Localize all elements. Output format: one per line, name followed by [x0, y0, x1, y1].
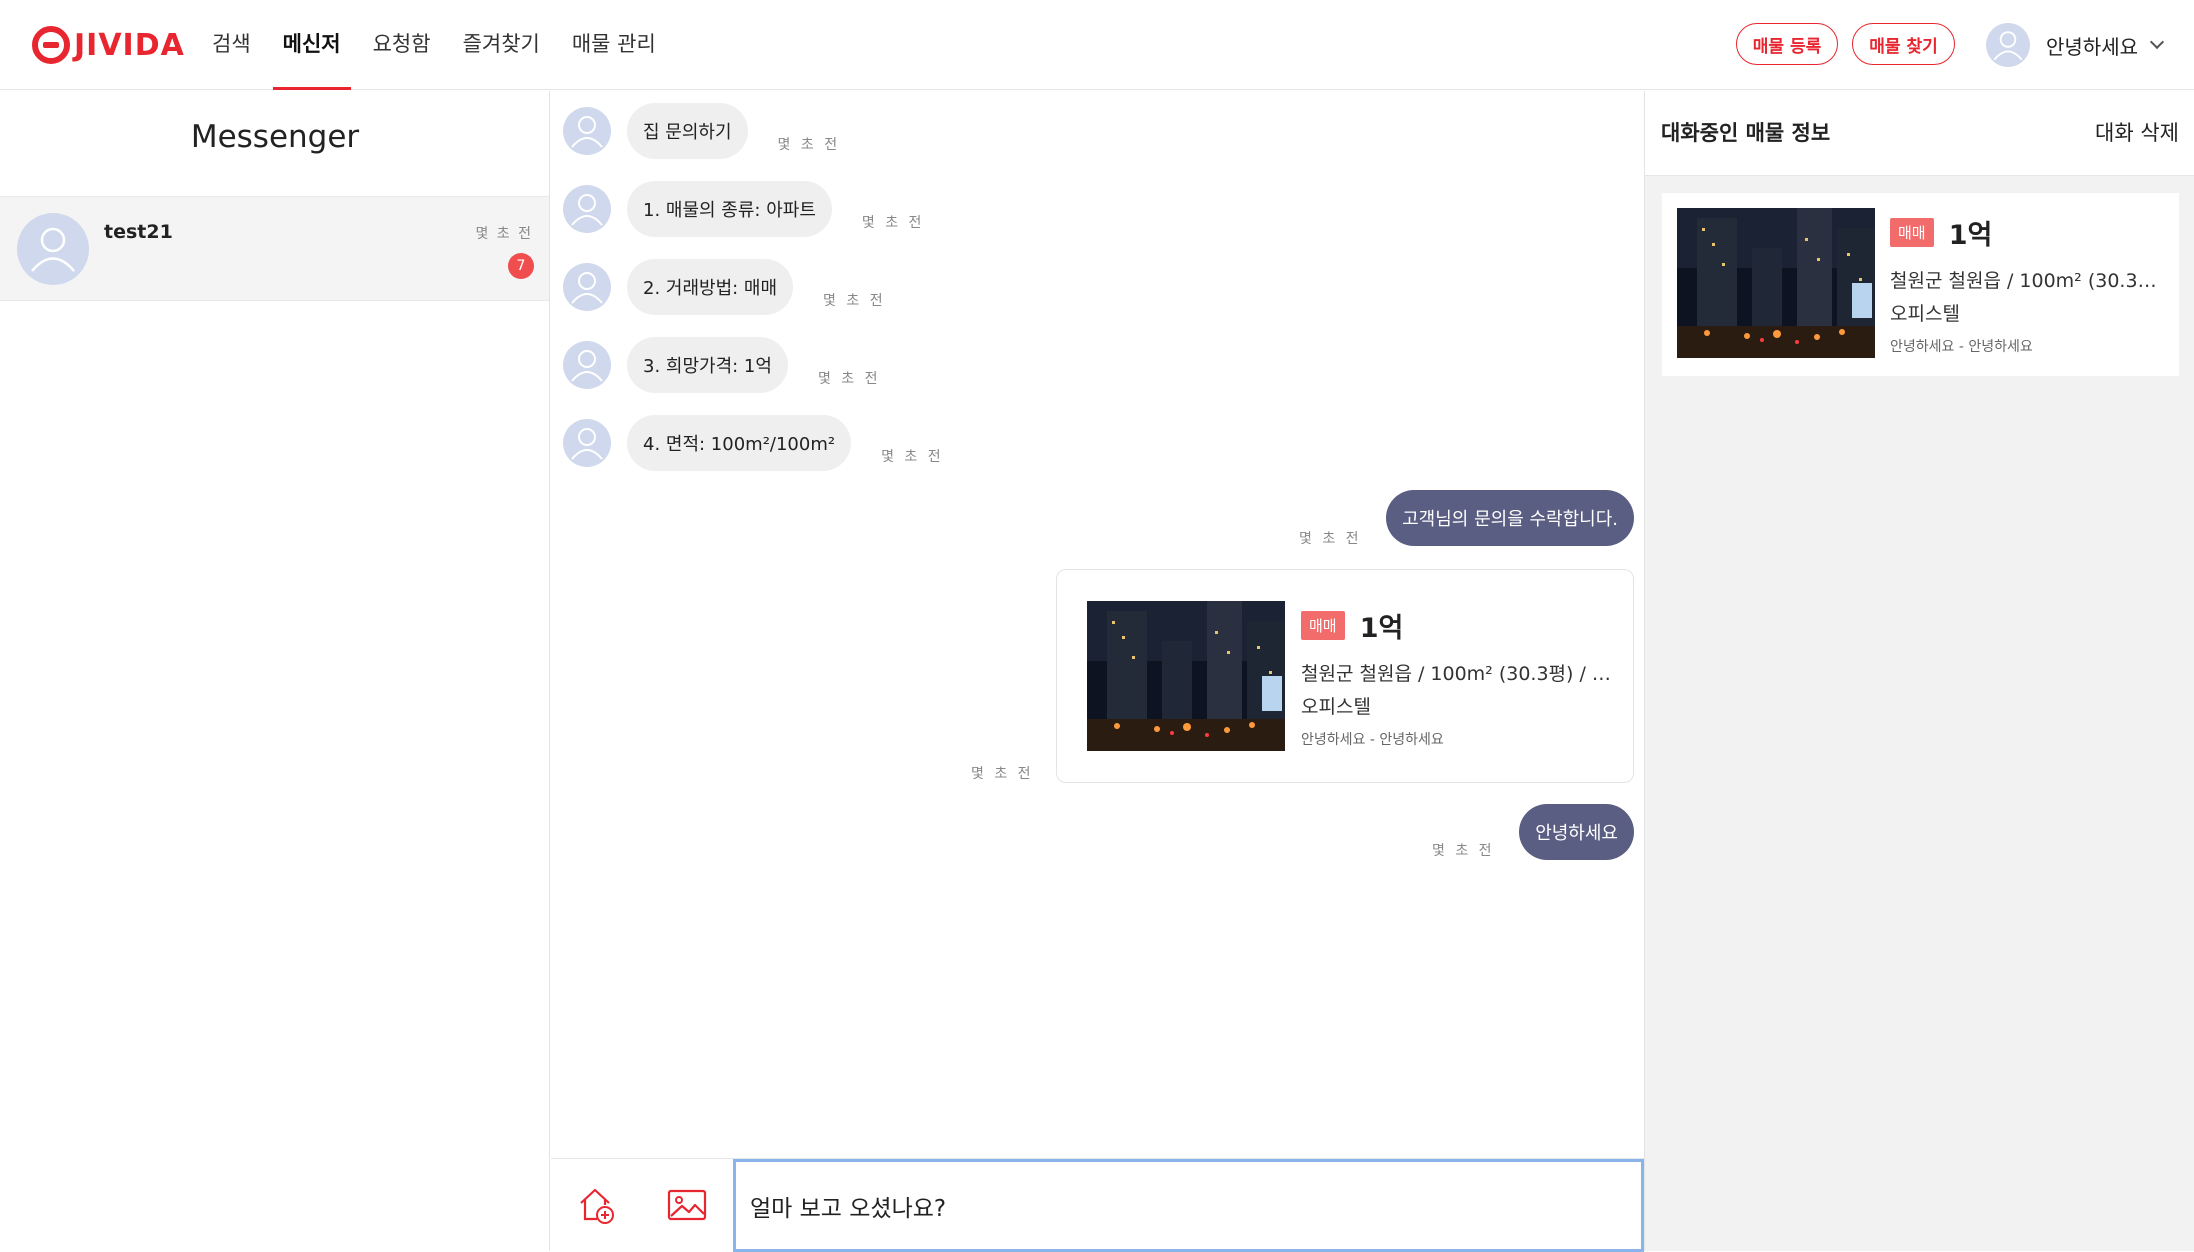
incoming-message: 집 문의하기 몇 초 전 [563, 103, 840, 159]
chat-area[interactable]: 집 문의하기 몇 초 전 1. 매물의 종류: 아파트 몇 초 전 2. 거래방… [551, 91, 1644, 1158]
listing-address: 철원군 철원읍 / 100m² (30.3평) / 1층 [1890, 270, 2165, 292]
avatar-icon [563, 263, 611, 311]
avatar-icon [563, 185, 611, 233]
attach-image-button[interactable] [659, 1177, 715, 1233]
current-listing-card[interactable]: 매매 1억 철원군 철원읍 / 100m² (30.3평) / 1층 오피스텔 … [1662, 193, 2179, 376]
listing-type: 오피스텔 [1890, 303, 1960, 325]
message-time: 몇 초 전 [861, 215, 925, 231]
message-bubble: 1. 매물의 종류: 아파트 [627, 181, 832, 237]
outgoing-message-bubble: 안녕하세요 [1519, 804, 1634, 860]
jivida-logo[interactable]: JIVIDA [32, 22, 185, 68]
message-input[interactable] [733, 1159, 1644, 1252]
messenger-title: Messenger [190, 119, 360, 155]
logo-text: JIVIDA [74, 27, 185, 63]
listing-type: 오피스텔 [1301, 696, 1371, 718]
main-nav: 검색 메신저 요청함 즐겨찾기 매물 관리 [212, 0, 688, 90]
listing-photo [1087, 601, 1285, 751]
message-time: 몇 초 전 [1432, 843, 1495, 859]
image-icon [667, 1189, 707, 1221]
avatar-icon [563, 341, 611, 389]
message-bubble: 3. 희망가격: 1억 [627, 337, 788, 393]
conversation-time: 몇 초 전 [475, 226, 533, 242]
home-add-icon [580, 1188, 614, 1224]
nav-favorites[interactable]: 즐겨찾기 [463, 0, 540, 90]
user-avatar-icon [1986, 23, 2030, 67]
conversation-item[interactable]: test21 몇 초 전 7 [0, 196, 549, 301]
message-bubble: 2. 거래방법: 매매 [627, 259, 794, 315]
unread-badge: 7 [508, 253, 534, 279]
outgoing-message-bubble: 고객님의 문의을 수락합니다. [1386, 490, 1634, 546]
nav-listing-management[interactable]: 매물 관리 [572, 0, 656, 90]
nav-search[interactable]: 검색 [212, 0, 251, 90]
avatar-icon [563, 107, 611, 155]
message-bubble: 4. 면적: 100m²/100m² [627, 415, 852, 471]
nav-messenger[interactable]: 메신저 [272, 0, 351, 90]
listing-owner: 안녕하세요 - 안녕하세요 [1301, 732, 1444, 748]
user-menu[interactable]: 안녕하세요 [1986, 23, 2165, 67]
nav-requests[interactable]: 요청함 [373, 0, 431, 90]
top-header: JIVIDA 검색 메신저 요청함 즐겨찾기 매물 관리 매물 등록 매물 찾기… [0, 0, 2194, 90]
send-listing-button[interactable] [569, 1177, 625, 1233]
listing-price: 1억 [1359, 613, 1404, 644]
message-input-bar [551, 1158, 1644, 1252]
conversation-list-panel: Messenger test21 몇 초 전 7 [0, 91, 550, 1251]
listing-info: 매매 1억 철원군 철원읍 / 100m² (30.3평) / 1층 오피스텔 … [1890, 213, 2165, 356]
deal-type-tag: 매매 [1301, 611, 1345, 640]
message-time: 몇 초 전 [881, 449, 944, 465]
avatar-icon [17, 213, 89, 285]
conversation-name: test21 [104, 221, 173, 243]
message-time: 몇 초 전 [971, 766, 1034, 782]
incoming-message: 2. 거래방법: 매매 몇 초 전 [563, 259, 886, 315]
avatar-icon [563, 419, 611, 467]
register-listing-button[interactable]: 매물 등록 [1736, 23, 1838, 65]
message-bubble: 집 문의하기 [627, 103, 748, 159]
listing-photo [1677, 208, 1875, 358]
listing-price: 1억 [1948, 220, 1993, 251]
find-listing-button[interactable]: 매물 찾기 [1852, 23, 1955, 65]
message-time: 몇 초 전 [1299, 531, 1362, 547]
logo-mark-icon [32, 26, 70, 64]
user-name: 안녕하세요 [2046, 34, 2138, 59]
listing-panel-header: 대화중인 매물 정보 대화 삭제 [1645, 91, 2194, 176]
delete-conversation-button[interactable]: 대화 삭제 [2095, 117, 2179, 147]
incoming-message: 3. 희망가격: 1억 몇 초 전 [563, 337, 880, 393]
deal-type-tag: 매매 [1890, 218, 1934, 247]
message-time: 몇 초 전 [777, 137, 841, 153]
listing-owner: 안녕하세요 - 안녕하세요 [1890, 339, 2033, 355]
message-time: 몇 초 전 [817, 371, 881, 387]
listing-address: 철원군 철원읍 / 100m² (30.3평) / 1층 [1301, 663, 1611, 685]
chevron-down-icon [2149, 34, 2165, 50]
listing-info-panel: 대화중인 매물 정보 대화 삭제 매매 1억 철원군 철원읍 / 100m² (… [1644, 91, 2194, 1251]
listing-card-message[interactable]: 매매 1억 철원군 철원읍 / 100m² (30.3평) / 1층 오피스텔 … [1056, 569, 1634, 783]
incoming-message: 1. 매물의 종류: 아파트 몇 초 전 [563, 181, 924, 237]
listing-info: 매매 1억 철원군 철원읍 / 100m² (30.3평) / 1층 오피스텔 … [1301, 606, 1611, 749]
listing-panel-title: 대화중인 매물 정보 [1661, 121, 1831, 145]
message-time: 몇 초 전 [823, 293, 886, 309]
incoming-message: 4. 면적: 100m²/100m² 몇 초 전 [563, 415, 944, 471]
